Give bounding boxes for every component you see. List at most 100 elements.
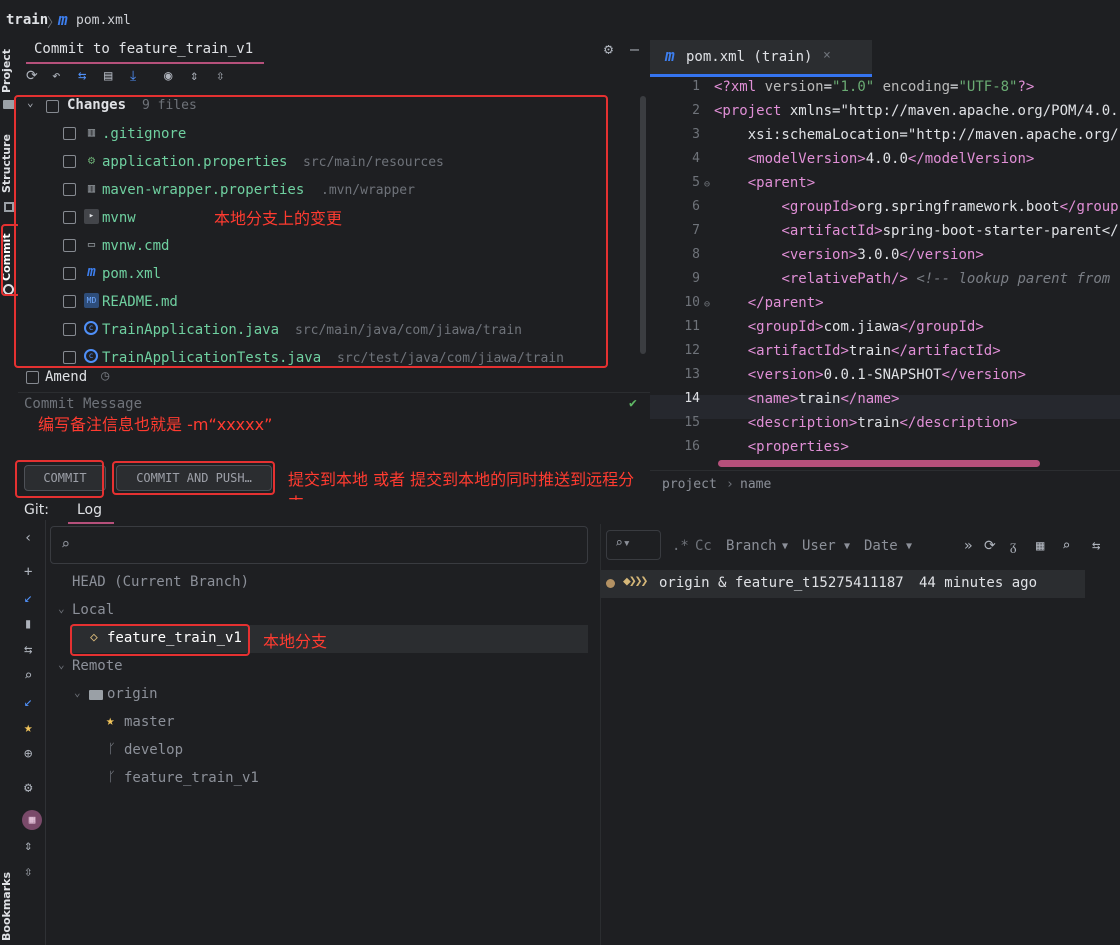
remote-branch[interactable]: master xyxy=(124,714,175,730)
compare-icon[interactable]: ⇆ xyxy=(24,642,32,658)
code-line[interactable]: <relativePath/> <!-- lookup parent from xyxy=(714,271,1110,287)
diff-icon[interactable]: ⇆ xyxy=(78,68,86,84)
code-line[interactable]: <?xml version="1.0" encoding="UTF-8"?> xyxy=(714,79,1034,95)
chevron-down-icon[interactable]: ▼ xyxy=(906,541,912,552)
horizontal-scrollbar[interactable] xyxy=(718,460,1040,467)
expand-all-icon[interactable]: ⇕ xyxy=(190,68,198,84)
divider xyxy=(18,392,650,393)
changes-scrollbar[interactable] xyxy=(640,96,646,354)
gear-icon[interactable]: ⚙ xyxy=(604,40,613,58)
code-line[interactable]: <project xmlns="http://maven.apache.org/… xyxy=(714,103,1119,119)
shelve-icon[interactable]: ▤ xyxy=(104,68,112,84)
tool-tab-project[interactable]: Project xyxy=(0,44,18,98)
regex-icon[interactable]: .* xyxy=(672,538,689,554)
expand-all-icon[interactable]: ⇕ xyxy=(24,838,32,854)
gear-icon[interactable]: ⚙ xyxy=(24,780,32,796)
commit-row[interactable]: ◆❯❯❯ origin & feature_tr 15275411187 44 … xyxy=(601,570,1085,598)
commit-panel-title[interactable]: Commit to feature_train_v1 xyxy=(34,41,253,57)
editor-breadcrumb-project[interactable]: project xyxy=(662,477,717,492)
search-icon[interactable]: ⌕ xyxy=(1062,538,1070,554)
editor-tab[interactable]: m pom.xml (train) × xyxy=(650,40,872,76)
code-line[interactable]: <version>3.0.0</version> xyxy=(714,247,983,263)
collapse-all-icon[interactable]: ⇳ xyxy=(216,68,224,84)
date-filter[interactable]: Date xyxy=(864,538,898,554)
code-line[interactable]: </parent> xyxy=(714,295,824,311)
star-icon: ★ xyxy=(106,713,115,729)
tab-log[interactable]: Log xyxy=(77,502,102,518)
branch-search-input[interactable]: ⌕ xyxy=(50,526,588,564)
structure-icon xyxy=(4,202,14,212)
code-line[interactable]: <description>train</description> xyxy=(714,415,1018,431)
amend-checkbox[interactable] xyxy=(26,371,39,384)
chevron-down-icon[interactable]: ▼ xyxy=(782,541,788,552)
line-number: 2 xyxy=(692,103,700,118)
code-line[interactable]: <groupId>org.springframework.boot</group xyxy=(714,199,1118,215)
tool-tab-bookmarks[interactable]: Bookmarks xyxy=(0,872,18,941)
refresh-icon[interactable]: ⟳ xyxy=(984,538,996,554)
star-icon[interactable]: ★ xyxy=(24,720,32,736)
commit-dot xyxy=(606,579,615,588)
fetch-icon[interactable]: ↙ xyxy=(24,694,32,710)
commit-message-input[interactable]: Commit Message xyxy=(24,396,142,412)
folder-group-icon[interactable]: ▦ xyxy=(22,810,42,830)
more-icon[interactable]: » xyxy=(964,538,972,554)
git-tab-prefix: Git: xyxy=(24,502,49,518)
active-tab-indicator xyxy=(26,62,264,64)
download-icon[interactable]: ⤓ xyxy=(130,68,136,84)
code-line[interactable]: xsi:schemaLocation="http://maven.apache.… xyxy=(714,127,1119,143)
head-branch[interactable]: HEAD (Current Branch) xyxy=(72,574,249,590)
diff-icon[interactable]: ⇆ xyxy=(1092,538,1100,554)
fold-icon[interactable]: ⊖ xyxy=(704,179,710,190)
editor-breadcrumb-name[interactable]: name xyxy=(740,477,771,492)
remote-branch[interactable]: feature_train_v1 xyxy=(124,770,259,786)
search-icon: ⌕▾ xyxy=(615,536,631,551)
line-number: 12 xyxy=(684,343,700,358)
trash-icon[interactable]: ▮ xyxy=(24,616,32,632)
chevron-down-icon[interactable]: ⌄ xyxy=(58,658,65,671)
rollback-icon[interactable]: ↶ xyxy=(52,68,60,84)
update-icon[interactable]: ↙ xyxy=(24,590,32,606)
chevron-down-icon[interactable]: ⌄ xyxy=(58,602,65,615)
local-branch-highlight xyxy=(70,624,250,656)
plus-icon[interactable]: + xyxy=(24,564,32,580)
breadcrumb-project[interactable]: train xyxy=(6,12,48,28)
code-area[interactable]: 1 <?xml version="1.0" encoding="UTF-8"?> 2… xyxy=(650,77,1120,455)
chevron-down-icon[interactable]: ⌄ xyxy=(74,686,81,699)
target-icon[interactable]: ⊕ xyxy=(24,746,32,762)
remote-branches-label[interactable]: Remote xyxy=(72,658,123,674)
git-side-toolbar: ‹ + ↙ ▮ ⇆ ⌕ ↙ ★ ⊕ ⚙ ▦ ⇕ ⇳ xyxy=(18,520,46,945)
code-line[interactable]: <version>0.0.1-SNAPSHOT</version> xyxy=(714,367,1026,383)
search-icon[interactable]: ⌕ xyxy=(24,668,32,684)
code-line[interactable]: <artifactId>spring-boot-starter-parent</ xyxy=(714,223,1118,239)
line-number: 5 xyxy=(692,175,700,190)
minimize-icon[interactable]: — xyxy=(630,40,639,58)
local-branches-label[interactable]: Local xyxy=(72,602,114,618)
code-line[interactable]: <artifactId>train</artifactId> xyxy=(714,343,1001,359)
cherry-pick-icon[interactable]: ᵹ xyxy=(1010,538,1017,555)
user-filter[interactable]: User xyxy=(802,538,836,554)
remote-origin[interactable]: origin xyxy=(107,686,158,702)
collapse-all-icon[interactable]: ⇳ xyxy=(24,864,32,880)
line-number: 1 xyxy=(692,79,700,94)
amend-label: Amend xyxy=(45,369,88,385)
eye-icon[interactable]: ◉ xyxy=(164,68,172,84)
fold-icon[interactable]: ⊖ xyxy=(704,299,710,310)
clock-icon[interactable]: ◷ xyxy=(101,368,109,384)
log-search-input[interactable]: ⌕▾ xyxy=(606,530,661,560)
code-line[interactable]: <modelVersion>4.0.0</modelVersion> xyxy=(714,151,1035,167)
editor-panel: m pom.xml (train) × 1 <?xml version="1.0"… xyxy=(650,40,1120,500)
refresh-icon[interactable]: ⟳ xyxy=(26,68,38,84)
breadcrumb-file[interactable]: pom.xml xyxy=(76,13,131,28)
chevron-left-icon[interactable]: ‹ xyxy=(24,530,32,546)
chevron-down-icon[interactable]: ▼ xyxy=(844,541,850,552)
graph-options-icon[interactable]: ▦ xyxy=(1036,538,1044,554)
branch-icon: ᚴ xyxy=(108,770,116,785)
code-line[interactable]: <name>train</name> xyxy=(714,391,900,407)
code-line[interactable]: <groupId>com.jiawa</groupId> xyxy=(714,319,984,335)
branch-filter[interactable]: Branch xyxy=(726,538,777,554)
remote-branch[interactable]: develop xyxy=(124,742,183,758)
code-line[interactable]: <parent> xyxy=(714,175,815,191)
match-case-toggle[interactable]: Cc xyxy=(695,538,712,554)
code-line[interactable]: <properties> xyxy=(714,439,849,455)
close-icon[interactable]: × xyxy=(823,48,831,63)
